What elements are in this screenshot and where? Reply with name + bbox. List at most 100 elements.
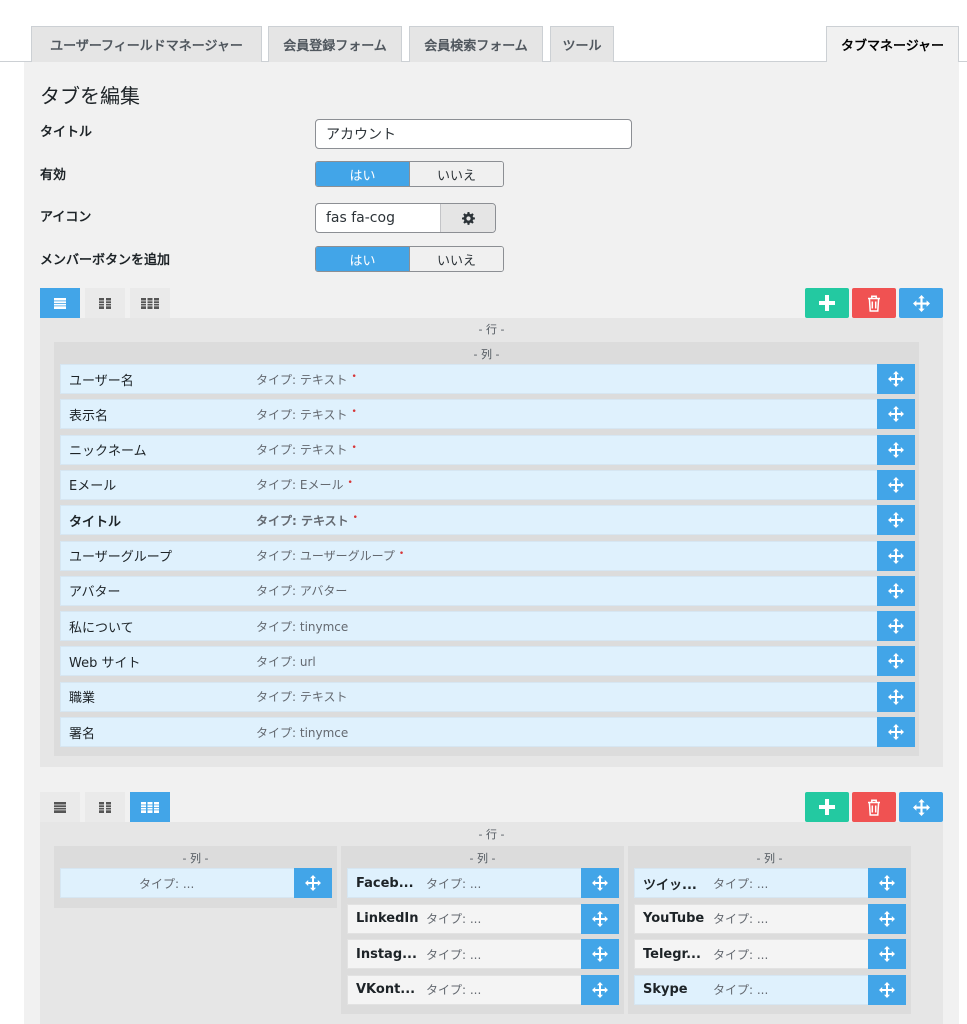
title-input[interactable]: アカウント [315,119,632,149]
move-field-button[interactable] [877,575,915,606]
layout-3-column-button[interactable] [130,792,170,822]
move-row-button[interactable] [899,792,943,822]
field-type-text: タイプ: ... [713,912,769,926]
top-tab-bar: ユーザーフィールドマネージャー 会員登録フォーム 会員検索フォーム ツール タブ… [0,0,967,63]
field-name: ツイッ... [643,877,697,893]
move-field-button[interactable] [581,868,619,898]
tab-registration-form[interactable]: 会員登録フォーム [268,26,402,62]
move-field-button[interactable] [877,399,915,430]
row-caption: - 行 - [478,323,505,336]
member-button-yes-button[interactable]: はい [316,247,409,271]
field-type-text: タイプ: テキスト [256,690,348,705]
move-icon [592,911,608,927]
move-field-button[interactable] [294,868,332,898]
one-column-icon [54,297,66,309]
move-field-button[interactable] [877,434,915,465]
field-item[interactable]: ツイッ... タイプ: ... [634,868,906,898]
field-type-text: タイプ: tinymce [256,619,349,634]
move-field-button[interactable] [877,364,915,394]
icon-picker: fas fa-cog [315,203,496,233]
field-item[interactable]: LinkedIn タイプ: ... [347,903,619,934]
move-field-button[interactable] [868,903,906,934]
field-type-text: タイプ: ... [713,876,769,891]
add-row-button[interactable] [805,288,849,318]
field-item[interactable]: Skype タイプ: ... [634,974,906,1005]
field-type: タイプ: tinymce [256,612,348,640]
move-field-button[interactable] [877,681,915,712]
member-button-no-button[interactable]: いいえ [409,247,503,271]
tab-user-field-manager[interactable]: ユーザーフィールドマネージャー [31,26,262,62]
field-item[interactable]: ニックネーム タイプ: テキスト • [60,434,915,465]
move-field-button[interactable] [581,939,619,969]
field-item[interactable]: 職業 タイプ: テキスト [60,681,915,712]
field-item[interactable]: Faceb... タイプ: ... [347,868,619,898]
delete-row-button[interactable] [852,792,896,822]
move-row-button[interactable] [899,288,943,318]
tab-tools[interactable]: ツール [550,26,614,62]
field-item[interactable]: Telegr... タイプ: ... [634,939,906,969]
field-item[interactable]: タイトル タイプ: テキスト • [60,505,915,536]
enabled-yes-button[interactable]: はい [316,162,409,186]
move-field-button[interactable] [877,646,915,677]
move-field-button[interactable] [581,974,619,1005]
icon-input[interactable]: fas fa-cog [316,204,440,232]
move-field-button[interactable] [868,868,906,898]
layout-1-column-button[interactable] [40,288,80,318]
field-item[interactable]: YouTube タイプ: ... [634,903,906,934]
layout-1-column-button[interactable] [40,792,80,822]
field-item[interactable]: タイプ: ... [60,868,332,898]
field-name: Faceb... [356,875,414,891]
move-field-button[interactable] [581,903,619,934]
move-icon [888,653,904,669]
field-item[interactable]: Web サイト タイプ: url [60,646,915,677]
field-item[interactable]: VKont... タイプ: ... [347,974,619,1005]
move-field-button[interactable] [877,540,915,571]
enabled-no-button[interactable]: いいえ [409,162,503,186]
field-type: タイプ: テキスト • [256,365,357,393]
title-label: タイトル [40,125,93,140]
field-name: YouTube [643,911,705,926]
field-type-text: タイプ: ... [426,912,482,926]
plus-icon [819,799,835,815]
layout-2-column-button[interactable] [85,792,125,822]
move-icon [913,799,930,816]
field-item[interactable]: Instag... タイプ: ... [347,939,619,969]
field-type-text: タイプ: Eメール [256,478,344,493]
field-item[interactable]: 表示名 タイプ: テキスト • [60,399,915,430]
move-icon [888,477,904,493]
field-item[interactable]: アバター タイプ: アバター [60,575,915,606]
delete-row-button[interactable] [852,288,896,318]
field-item[interactable]: 署名 タイプ: tinymce [60,717,915,747]
tab-search-form[interactable]: 会員検索フォーム [409,26,543,62]
field-item[interactable]: ユーザー名 タイプ: テキスト • [60,364,915,394]
required-marker: • [352,513,358,524]
field-type: タイプ: テキスト • [256,506,358,534]
field-item[interactable]: 私について タイプ: tinymce [60,611,915,642]
move-icon [888,583,904,599]
move-field-button[interactable] [868,939,906,969]
move-field-button[interactable] [877,611,915,642]
field-type: タイプ: ... [426,869,481,897]
add-row-button[interactable] [805,792,849,822]
field-type: タイプ: テキスト • [256,400,357,428]
required-marker: • [347,477,353,488]
tab-tab-manager[interactable]: タブマネージャー [826,26,959,63]
move-icon [888,442,904,458]
field-item[interactable]: Eメール タイプ: Eメール • [60,469,915,500]
field-name: タイトル [69,514,122,530]
move-field-button[interactable] [868,974,906,1005]
one-column-icon [54,801,66,813]
layout-3-column-button[interactable] [130,288,170,318]
two-column-icon [99,297,111,309]
move-field-button[interactable] [877,469,915,500]
field-name: VKont... [356,982,416,997]
move-field-button[interactable] [877,505,915,536]
field-item[interactable]: ユーザーグループ タイプ: ユーザーグループ • [60,540,915,571]
field-name: 私について [69,620,134,636]
field-name: 署名 [69,726,96,742]
icon-picker-button[interactable] [440,204,495,232]
move-field-button[interactable] [877,717,915,747]
layout-2-column-button[interactable] [85,288,125,318]
move-icon [888,548,904,564]
field-name: Skype [643,982,688,997]
